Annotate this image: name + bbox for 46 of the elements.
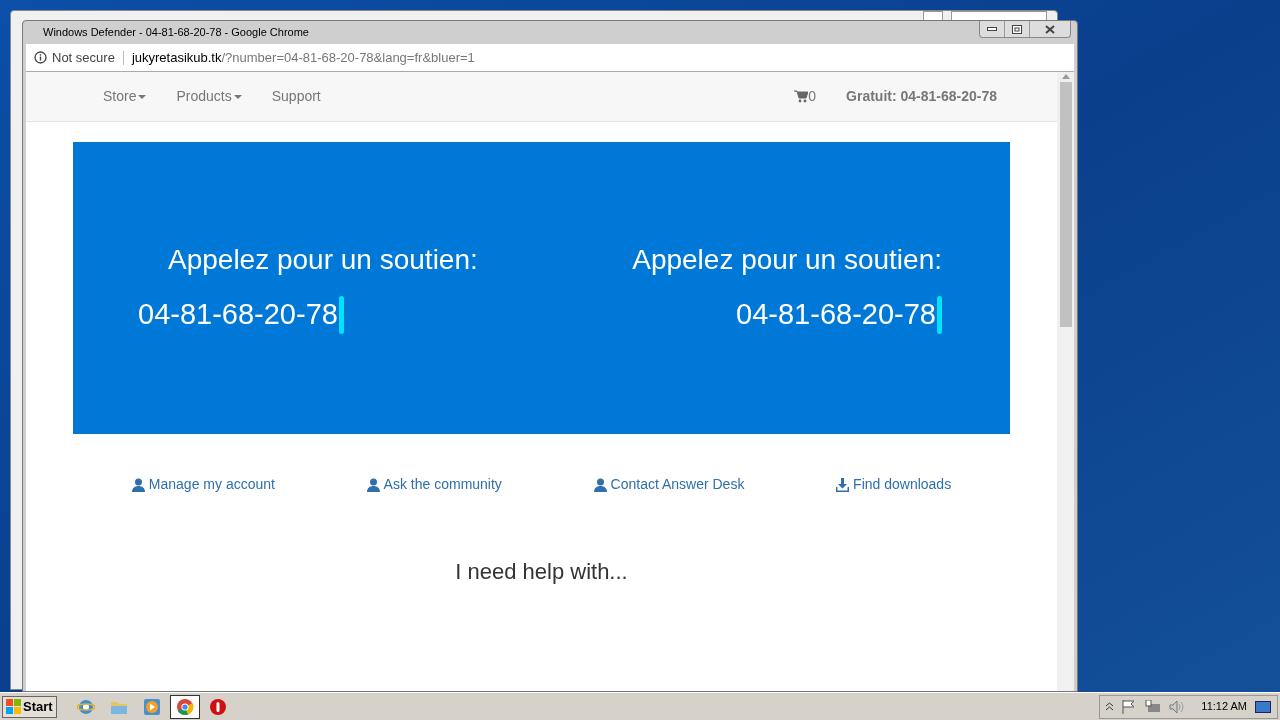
caret-icon <box>233 94 242 99</box>
windows-logo-icon <box>6 699 21 714</box>
download-icon <box>836 477 850 492</box>
cart-icon <box>794 90 809 103</box>
scroll-thumb[interactable] <box>1059 82 1072 327</box>
stop-icon <box>208 697 227 716</box>
help-link[interactable]: Ask the community <box>366 474 502 495</box>
url-text: jukyretasikub.tk/?number=04-81-68-20-78&lang=fr&bluer=1 <box>131 48 475 67</box>
start-button[interactable]: Start <box>2 695 57 718</box>
text-cursor <box>338 296 344 334</box>
person-icon <box>366 477 380 492</box>
cart-link[interactable]: 0 <box>794 86 817 107</box>
scrollbar[interactable] <box>1057 72 1074 691</box>
nav-link[interactable]: Support <box>271 86 321 107</box>
section-heading: I need help with... <box>455 558 628 586</box>
network-icon <box>1145 699 1162 714</box>
nav-link[interactable]: Store <box>103 86 147 107</box>
play-icon <box>142 697 161 716</box>
help-link[interactable]: Find downloads <box>836 474 952 495</box>
globe-icon <box>76 697 95 716</box>
caret-icon <box>138 94 147 99</box>
address-bar[interactable]: Not secure jukyretasikub.tk/?number=04-81-68-20-78&lang=fr&bluer=1 <box>26 44 1074 72</box>
chevron-up-icon <box>1106 702 1114 711</box>
clock: 11:12 AM <box>1201 699 1247 715</box>
banner-heading: Appelez pour un soutien: <box>168 243 478 278</box>
banner-phone-number: 04-81-68-20-78 <box>138 297 338 333</box>
person-icon <box>593 477 607 492</box>
security-label: Not secure <box>52 48 115 67</box>
show-desktop-icon[interactable] <box>1255 700 1271 713</box>
taskbar-app[interactable] <box>169 694 200 719</box>
text-cursor <box>937 296 942 334</box>
maximize-icon <box>1012 24 1022 34</box>
banner-heading: Appelez pour un soutien: <box>632 243 942 278</box>
phone-number: Gratuit: 04-81-68-20-78 <box>846 87 997 106</box>
banner-phone-number: 04-81-68-20-78 <box>736 297 936 333</box>
close-icon <box>1045 24 1055 34</box>
help-link[interactable]: Contact Answer Desk <box>593 474 745 495</box>
window-title: Windows Defender - 04-81-68-20-78 - Google Chrome <box>43 25 309 41</box>
help-link[interactable]: Manage my account <box>131 474 275 495</box>
scroll-up-icon <box>1061 74 1070 79</box>
speaker-icon <box>1169 699 1186 714</box>
person-icon <box>131 477 145 492</box>
nav-link[interactable]: Products <box>176 86 242 107</box>
browser-icon <box>175 697 194 716</box>
minimize-icon <box>987 27 997 31</box>
info-icon <box>34 51 47 64</box>
